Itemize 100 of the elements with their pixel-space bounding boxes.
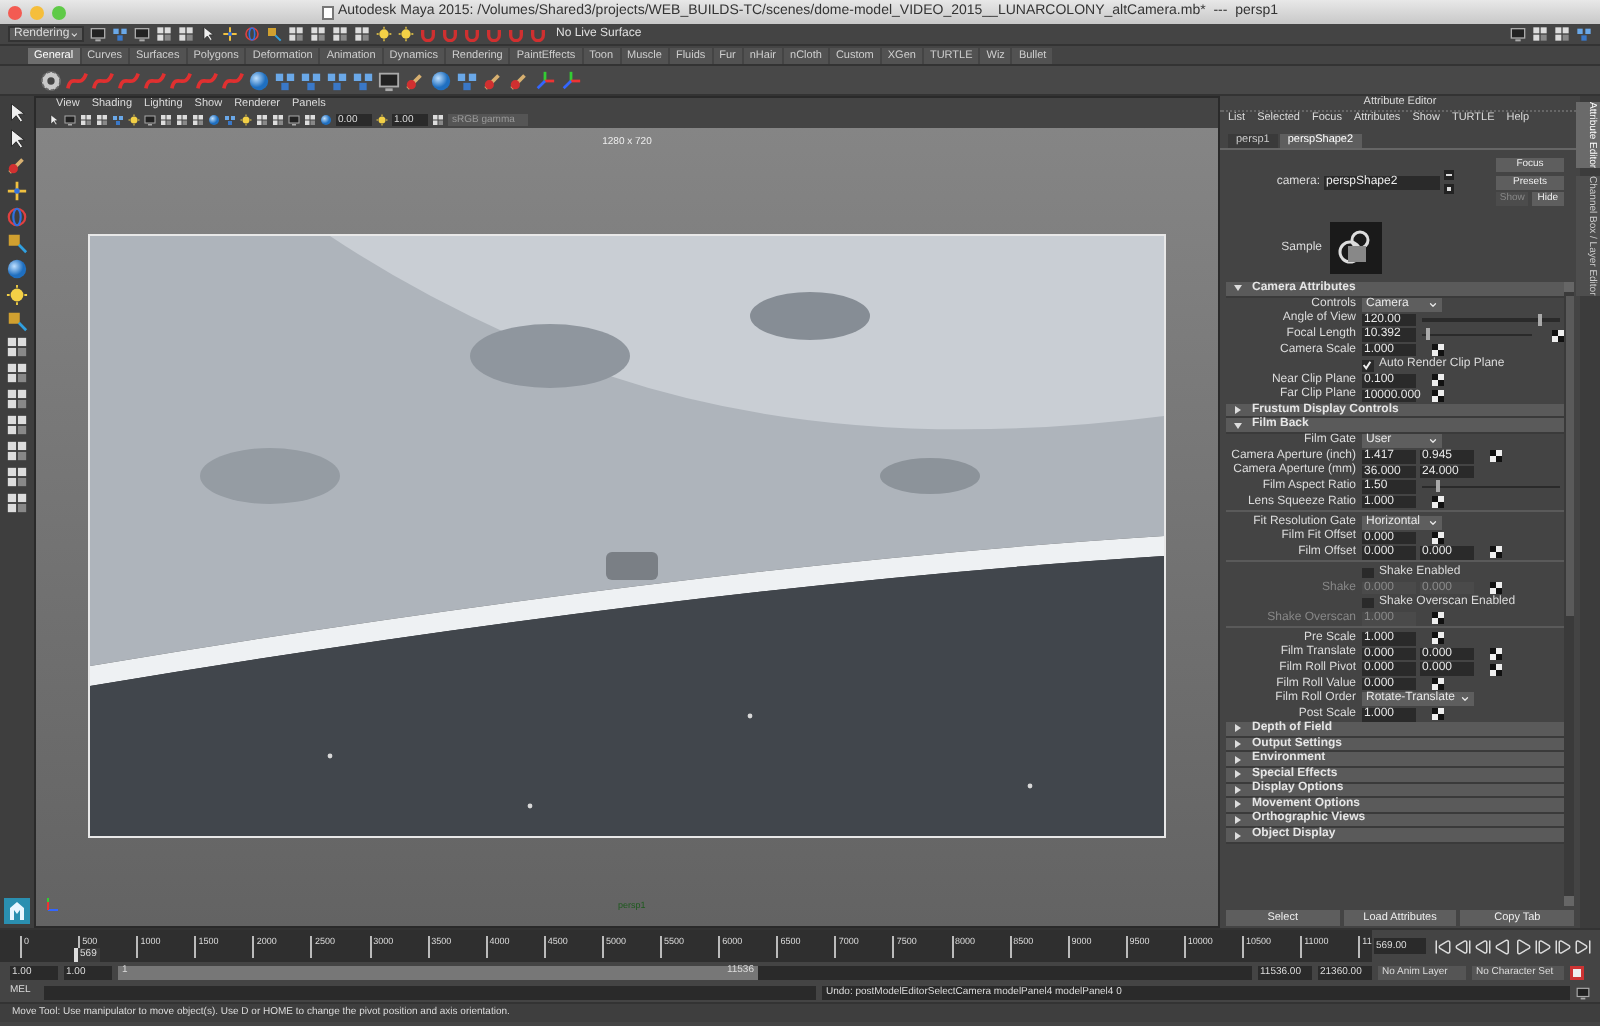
cubes-icon[interactable] <box>326 69 348 91</box>
checker-icon[interactable] <box>1432 708 1444 721</box>
brush-icon[interactable] <box>482 69 504 91</box>
cubes-icon[interactable] <box>1576 26 1592 42</box>
axes-icon[interactable] <box>560 69 582 91</box>
move-icon[interactable] <box>222 26 238 42</box>
grid-icon[interactable] <box>288 26 304 42</box>
monitor-icon[interactable] <box>144 114 156 126</box>
input-connection-icon[interactable] <box>1444 170 1454 180</box>
grid-icon[interactable] <box>6 336 28 358</box>
light-icon[interactable] <box>376 26 392 42</box>
monitor-icon[interactable] <box>288 114 300 126</box>
checker-icon[interactable] <box>1490 450 1502 463</box>
grid-icon[interactable] <box>156 26 172 42</box>
move-icon[interactable] <box>6 180 28 202</box>
cubes-icon[interactable] <box>112 26 128 42</box>
app-logo[interactable] <box>4 898 30 924</box>
step-forward-key-button[interactable] <box>1554 937 1572 955</box>
grid-icon[interactable] <box>6 440 28 462</box>
monitor-icon[interactable] <box>1576 985 1590 999</box>
grid-icon[interactable] <box>160 114 172 126</box>
cubes-icon[interactable] <box>352 69 374 91</box>
sphere-icon[interactable] <box>248 69 270 91</box>
monitor-icon[interactable] <box>90 26 106 42</box>
play-button[interactable] <box>1514 937 1532 955</box>
grid-icon[interactable] <box>354 26 370 42</box>
command-input[interactable] <box>44 985 816 999</box>
light-icon[interactable] <box>240 114 252 126</box>
checkbox[interactable] <box>1362 567 1373 579</box>
monitor-icon[interactable] <box>64 114 76 126</box>
grid-icon[interactable] <box>1532 26 1548 42</box>
cursor-icon[interactable] <box>6 128 28 150</box>
cubes-icon[interactable] <box>274 69 296 91</box>
cubes-icon[interactable] <box>224 114 236 126</box>
light-icon[interactable] <box>376 114 388 126</box>
play-backwards-button[interactable] <box>1494 937 1512 955</box>
checker-icon[interactable] <box>1490 647 1502 660</box>
gear-icon[interactable] <box>40 69 62 91</box>
sphere-icon[interactable] <box>208 114 220 126</box>
grid-icon[interactable] <box>272 114 284 126</box>
slider-thumb[interactable] <box>1425 328 1431 341</box>
go-to-start-button[interactable] <box>1434 937 1452 955</box>
scale-icon[interactable] <box>6 232 28 254</box>
monitor-icon[interactable] <box>134 26 150 42</box>
sphere-icon[interactable] <box>6 258 28 280</box>
cursor-icon[interactable] <box>48 114 60 126</box>
grid-icon[interactable] <box>310 26 326 42</box>
axes-icon[interactable] <box>534 69 556 91</box>
checker-icon[interactable] <box>1432 374 1444 387</box>
grid-icon[interactable] <box>6 466 28 488</box>
checker-icon[interactable] <box>1432 632 1444 645</box>
light-icon[interactable] <box>128 114 140 126</box>
cubes-icon[interactable] <box>456 69 478 91</box>
checker-icon[interactable] <box>1432 389 1444 402</box>
go-to-end-button[interactable] <box>1574 937 1592 955</box>
grid-icon[interactable] <box>332 26 348 42</box>
step-back-key-button[interactable] <box>1454 937 1472 955</box>
monitor-icon[interactable] <box>378 69 400 91</box>
checker-icon[interactable] <box>1490 546 1502 559</box>
close-button[interactable] <box>8 5 22 19</box>
scale-icon[interactable] <box>6 310 28 332</box>
grid-icon[interactable] <box>256 114 268 126</box>
brush-icon[interactable] <box>6 154 28 176</box>
grid-icon[interactable] <box>6 414 28 436</box>
checkbox[interactable] <box>1362 360 1373 372</box>
checker-icon[interactable] <box>1490 663 1502 676</box>
sphere-icon[interactable] <box>320 114 332 126</box>
sphere-icon[interactable] <box>430 69 452 91</box>
grid-icon[interactable] <box>6 492 28 514</box>
cursor-icon[interactable] <box>6 102 28 124</box>
light-icon[interactable] <box>6 284 28 306</box>
checker-icon[interactable] <box>1552 329 1564 342</box>
checker-icon[interactable] <box>1432 678 1444 691</box>
brush-icon[interactable] <box>508 69 530 91</box>
grid-icon[interactable] <box>192 114 204 126</box>
light-icon[interactable] <box>398 26 414 42</box>
grid-icon[interactable] <box>80 114 92 126</box>
output-connection-icon[interactable] <box>1444 184 1454 194</box>
cursor-icon[interactable] <box>200 26 216 42</box>
cubes-icon[interactable] <box>112 114 124 126</box>
checkbox[interactable] <box>1362 597 1373 609</box>
grid-icon[interactable] <box>6 362 28 384</box>
checker-icon[interactable] <box>1432 344 1444 357</box>
cubes-icon[interactable] <box>300 69 322 91</box>
scrollbar[interactable] <box>1564 282 1574 906</box>
slider-thumb[interactable] <box>1537 313 1543 326</box>
checker-icon[interactable] <box>1432 531 1444 544</box>
monitor-icon[interactable] <box>1510 26 1526 42</box>
grid-icon[interactable] <box>432 114 444 126</box>
slider-thumb[interactable] <box>1435 480 1441 493</box>
brush-icon[interactable] <box>404 69 426 91</box>
grid-icon[interactable] <box>304 114 316 126</box>
grid-icon[interactable] <box>178 26 194 42</box>
grid-icon[interactable] <box>1554 26 1570 42</box>
scale-icon[interactable] <box>266 26 282 42</box>
step-back-button[interactable] <box>1474 937 1492 955</box>
checker-icon[interactable] <box>1432 496 1444 509</box>
step-forward-button[interactable] <box>1534 937 1552 955</box>
grid-icon[interactable] <box>176 114 188 126</box>
grid-icon[interactable] <box>96 114 108 126</box>
